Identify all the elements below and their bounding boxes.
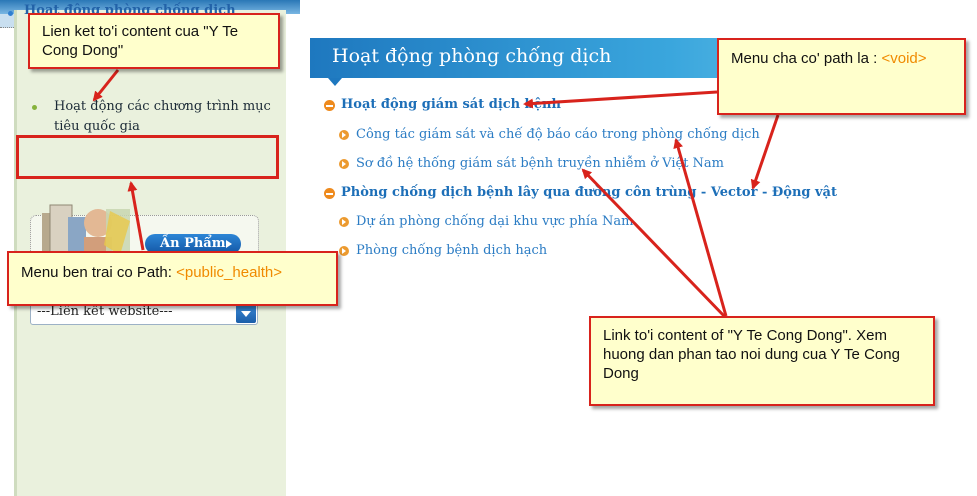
- annotation-note-left-menu-path: Menu ben trai co Path: <public_health>: [7, 251, 338, 306]
- annotation-note-parent-menu-path: Menu cha co' path la : <void>: [717, 38, 966, 115]
- annotation-note-content-link-guide: Link to'i content of "Y Te Cong Dong". X…: [589, 316, 935, 406]
- annotation-note-content-link: Lien ket to'i content cua "Y Te Cong Don…: [28, 13, 280, 69]
